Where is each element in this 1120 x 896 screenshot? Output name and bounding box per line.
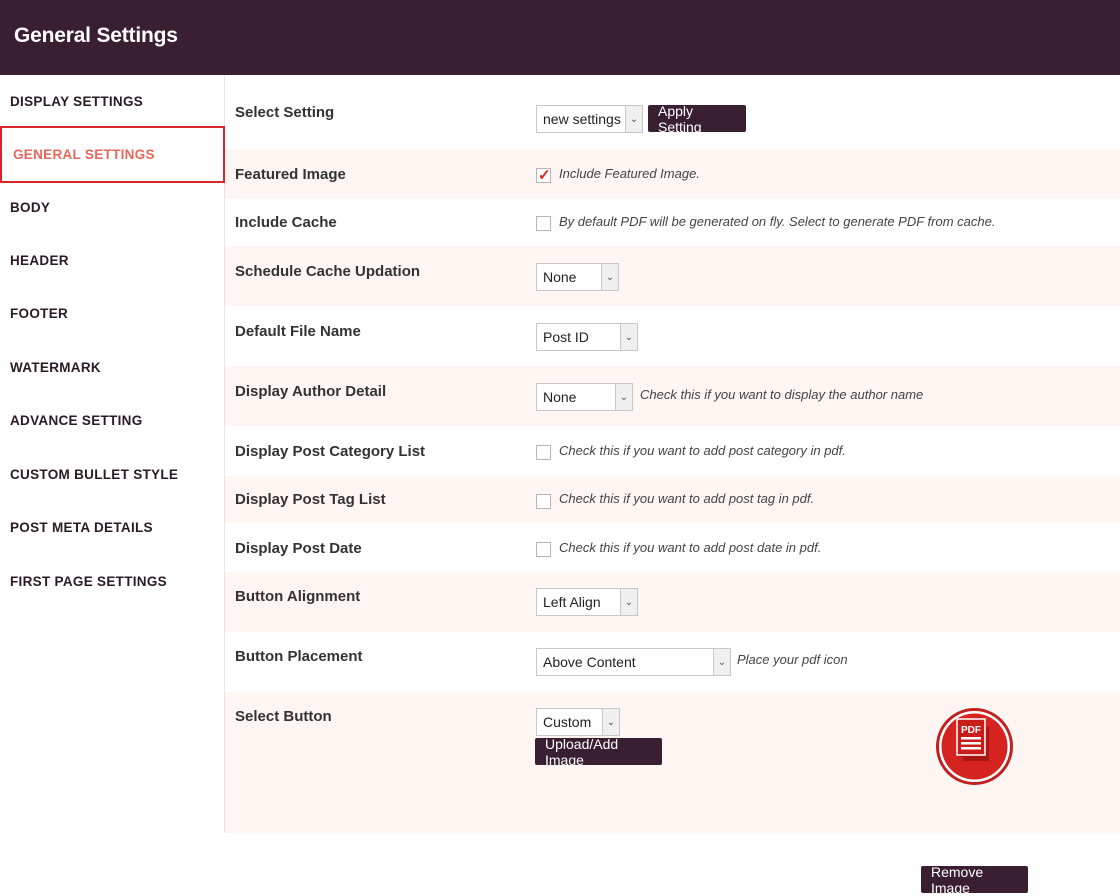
select-button-value: Custom [543,714,592,730]
featured-image-hint: Include Featured Image. [559,166,700,181]
sidebar-item-display-settings[interactable]: DISPLAY SETTINGS [0,75,225,128]
chevron-down-icon: ⌄ [620,589,637,615]
sidebar-item-custom-bullet-style[interactable]: CUSTOM BULLET STYLE [0,448,225,501]
featured-image-checkbox[interactable] [536,166,551,184]
default-file-name-label: Default File Name [235,323,361,340]
top-bar: General Settings [0,0,1120,75]
include-cache-hint: By default PDF will be generated on fly.… [559,214,996,229]
row-featured-image: Featured Image Include Featured Image. [225,149,1120,199]
post-category-hint: Check this if you want to add post categ… [559,443,846,458]
upload-image-button[interactable]: Upload/Add Image [535,736,662,768]
pdf-icon-text: PDF [961,725,981,736]
select-setting-dropdown[interactable]: new settings ⌄ [536,105,643,133]
chevron-down-icon: ⌄ [713,649,730,675]
sidebar-item-footer[interactable]: FOOTER [0,287,225,340]
row-select-button: Select Button Custom ⌄ Upload/Add Image … [225,692,1120,896]
default-file-name-select[interactable]: Post ID ⌄ [536,323,638,351]
row-button-placement: Button Placement Above Content ⌄ Place y… [225,632,1120,692]
button-placement-select[interactable]: Above Content ⌄ [536,648,731,676]
chevron-down-icon: ⌄ [615,384,632,410]
chevron-down-icon: ⌄ [601,264,618,290]
select-setting-value: new settings [543,111,621,127]
row-post-tag: Display Post Tag List Check this if you … [225,476,1120,523]
author-detail-select[interactable]: None ⌄ [536,383,633,411]
row-select-setting: Select Setting new settings ⌄ Apply Sett… [225,75,1120,149]
settings-form: Select Setting new settings ⌄ Apply Sett… [225,75,1120,896]
row-schedule-cache: Schedule Cache Updation None ⌄ [225,246,1120,306]
author-detail-label: Display Author Detail [235,383,387,400]
select-button-label: Select Button [235,708,332,725]
default-file-name-value: Post ID [543,329,589,345]
sidebar: DISPLAY SETTINGS GENERAL SETTINGS BODY H… [0,75,225,833]
page-title: General Settings [14,24,178,47]
sidebar-item-body[interactable]: BODY [0,181,225,234]
sidebar-item-header[interactable]: HEADER [0,234,225,287]
button-alignment-value: Left Align [543,594,601,610]
row-post-category: Display Post Category List Check this if… [225,426,1120,476]
author-detail-value: None [543,389,577,405]
sidebar-item-general-settings[interactable]: GENERAL SETTINGS [0,126,225,183]
post-tag-checkbox[interactable] [536,494,551,509]
chevron-down-icon: ⌄ [602,709,619,735]
chevron-down-icon: ⌄ [620,324,637,350]
sidebar-item-advance-setting[interactable]: ADVANCE SETTING [0,394,225,447]
post-date-hint: Check this if you want to add post date … [559,540,822,555]
row-include-cache: Include Cache By default PDF will be gen… [225,199,1120,246]
select-button-select[interactable]: Custom ⌄ [536,708,620,736]
post-date-checkbox[interactable] [536,542,551,557]
author-detail-hint: Check this if you want to display the au… [640,387,924,402]
post-date-label: Display Post Date [235,540,362,557]
sidebar-item-first-page-settings[interactable]: FIRST PAGE SETTINGS [0,555,225,608]
button-placement-label: Button Placement [235,648,363,665]
featured-image-label: Featured Image [235,166,346,183]
row-button-alignment: Button Alignment Left Align ⌄ [225,572,1120,632]
pdf-document-icon: PDF [936,708,1013,785]
schedule-cache-select[interactable]: None ⌄ [536,263,619,291]
button-alignment-label: Button Alignment [235,588,361,605]
button-placement-value: Above Content [543,654,636,670]
apply-setting-button[interactable]: Apply Setting [648,103,746,135]
select-setting-label: Select Setting [235,104,335,121]
button-placement-hint: Place your pdf icon [737,652,848,667]
post-category-label: Display Post Category List [235,443,426,460]
include-cache-label: Include Cache [235,214,337,231]
post-tag-label: Display Post Tag List [235,491,386,508]
row-author-detail: Display Author Detail None ⌄ Check this … [225,366,1120,426]
remove-image-button[interactable]: Remove Image [921,864,1028,896]
sidebar-item-post-meta-details[interactable]: POST META DETAILS [0,501,225,554]
post-tag-hint: Check this if you want to add post tag i… [559,491,815,506]
post-category-checkbox[interactable] [536,445,551,460]
button-alignment-select[interactable]: Left Align ⌄ [536,588,638,616]
pdf-icon-preview: PDF [935,707,1014,786]
row-default-file-name: Default File Name Post ID ⌄ [225,306,1120,366]
chevron-down-icon: ⌄ [625,106,642,132]
sidebar-item-watermark[interactable]: WATERMARK [0,341,225,394]
row-post-date: Display Post Date Check this if you want… [225,523,1120,572]
include-cache-checkbox[interactable] [536,216,551,231]
schedule-cache-value: None [543,269,577,285]
schedule-cache-label: Schedule Cache Updation [235,263,421,280]
